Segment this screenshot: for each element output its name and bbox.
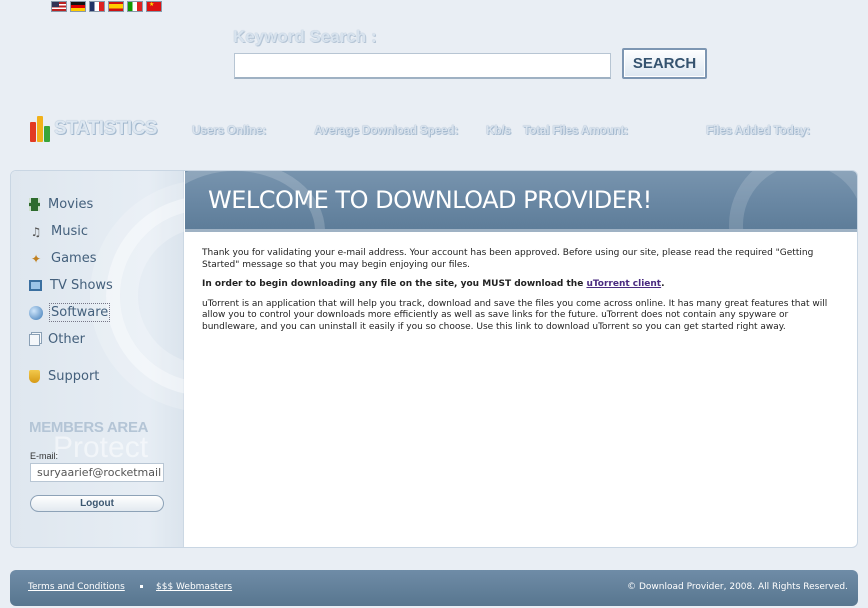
globe-icon: [29, 305, 43, 320]
welcome-message: Thank you for validating your e-mail add…: [202, 248, 832, 341]
nav-item-tv-shows[interactable]: TV Shows: [29, 272, 113, 299]
average-speed-label: Average Download Speed:: [314, 123, 459, 137]
page-title: WELCOME TO DOWNLOAD PROVIDER!: [208, 186, 652, 214]
nav-label: Software: [48, 303, 111, 322]
main-panel: Movies ♫ Music ✦ Games TV Shows Software…: [10, 170, 858, 548]
nav-label: Movies: [48, 197, 94, 212]
email-label: E-mail:: [30, 451, 59, 461]
keyword-search-label: Keyword Search :: [233, 27, 377, 46]
statistics-title: STATISTICS: [54, 118, 158, 139]
utorrent-description: uTorrent is an application that will hel…: [202, 298, 828, 332]
utorrent-client-link[interactable]: uTorrent client: [586, 279, 661, 289]
logo-bar-yellow: [37, 116, 43, 142]
members-area-title: MEMBERS AREA: [29, 419, 149, 436]
keyword-search-input[interactable]: [234, 53, 611, 79]
footer: Terms and Conditions $$$ Webmasters © Do…: [10, 570, 858, 606]
watermark-text: Protect: [53, 431, 149, 464]
bar-chart-icon: [30, 116, 50, 142]
tv-icon: [29, 280, 42, 291]
nav-item-movies[interactable]: Movies: [29, 191, 113, 218]
email-field[interactable]: suryaarief@rocketmail: [30, 463, 164, 482]
copyright-text: © Download Provider, 2008. All Rights Re…: [627, 582, 848, 592]
french-flag-icon[interactable]: [89, 1, 105, 12]
users-online-label: Users Online:: [192, 123, 267, 137]
instruction-text: In order to begin downloading any file o…: [202, 279, 587, 289]
nav-label: TV Shows: [50, 278, 113, 293]
statistics-logo: STATISTICS: [30, 116, 158, 142]
instruction-end: .: [661, 279, 665, 289]
total-files-label: Total Files Amount:: [523, 123, 628, 137]
nav-item-other[interactable]: Other: [29, 326, 113, 353]
nav-item-music[interactable]: ♫ Music: [29, 218, 113, 245]
spanish-flag-icon[interactable]: [108, 1, 124, 12]
webmasters-link[interactable]: $$$ Webmasters: [156, 582, 232, 592]
music-note-icon: ♫: [30, 224, 42, 239]
nav-label: Other: [48, 332, 85, 347]
files-today-label: Files Added Today:: [706, 123, 810, 137]
logo-bar-green: [44, 126, 50, 142]
welcome-banner: WELCOME TO DOWNLOAD PROVIDER!: [185, 171, 857, 229]
italian-flag-icon[interactable]: [127, 1, 143, 12]
approval-paragraph: Thank you for validating your e-mail add…: [202, 248, 814, 270]
documents-icon: [29, 333, 40, 346]
joystick-icon: ✦: [30, 251, 42, 266]
chinese-flag-icon[interactable]: [146, 1, 162, 12]
english-flag-icon[interactable]: [51, 1, 67, 12]
banner-divider: [185, 229, 857, 232]
film-icon: [29, 198, 40, 211]
nav-item-software[interactable]: Software: [29, 299, 113, 326]
speed-unit-label: Kb/s: [486, 123, 511, 137]
logo-bar-red: [30, 122, 36, 142]
content-area: WELCOME TO DOWNLOAD PROVIDER! Thank you …: [185, 171, 857, 547]
download-instruction: In order to begin downloading any file o…: [202, 279, 832, 291]
language-selector: [51, 1, 162, 12]
nav-label: Support: [48, 369, 100, 384]
german-flag-icon[interactable]: [70, 1, 86, 12]
footer-separator: [140, 585, 143, 588]
sidebar: Movies ♫ Music ✦ Games TV Shows Software…: [11, 171, 306, 547]
nav-label: Games: [51, 251, 97, 266]
nav-item-support[interactable]: Support: [29, 363, 99, 390]
shield-icon: [29, 370, 40, 383]
nav-item-games[interactable]: ✦ Games: [29, 245, 113, 272]
nav-label: Music: [51, 224, 88, 239]
category-nav: Movies ♫ Music ✦ Games TV Shows Software…: [29, 191, 113, 353]
terms-link[interactable]: Terms and Conditions: [28, 582, 125, 592]
search-button[interactable]: SEARCH: [622, 48, 707, 79]
logout-button[interactable]: Logout: [30, 495, 164, 512]
